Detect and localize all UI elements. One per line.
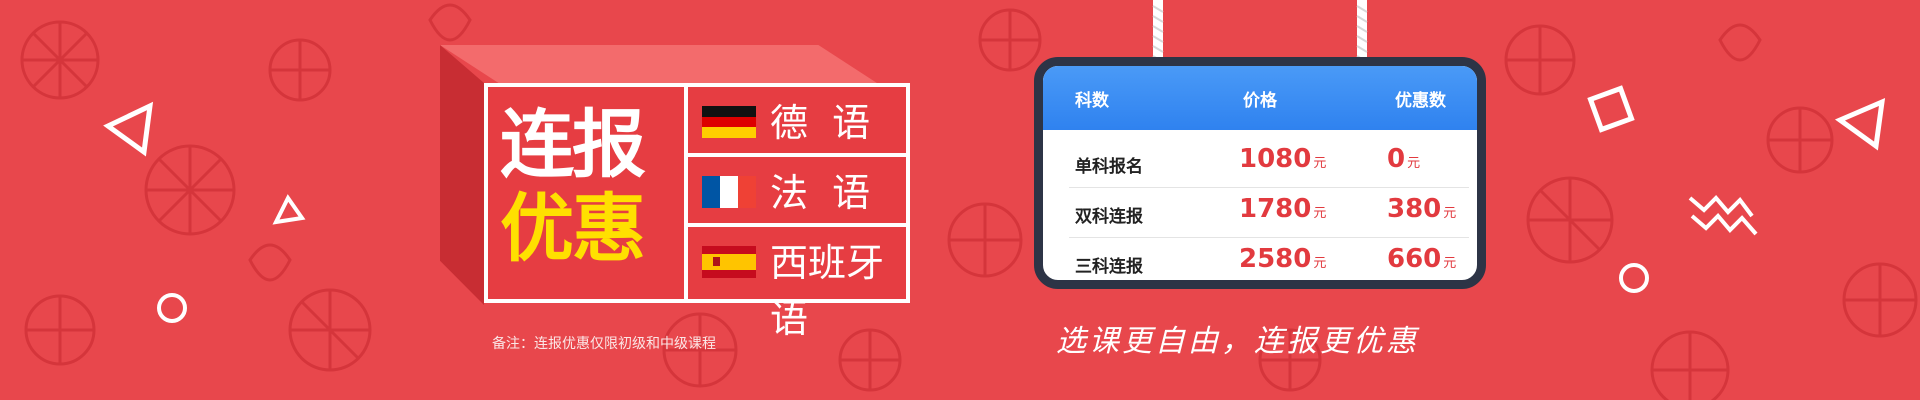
header-discount: 优惠数: [1395, 91, 1446, 111]
france-flag-icon: [702, 176, 756, 208]
row-discount: 660 元: [1387, 244, 1457, 274]
box-front-face: 连报 优惠 德 语 法 语 西班牙语: [484, 83, 910, 341]
circle-icon: [1619, 263, 1649, 293]
triangle-icon: [1834, 97, 1886, 151]
spain-flag-icon: [702, 246, 756, 278]
promo-title-line1: 连报: [500, 102, 646, 188]
row-discount: 0元: [1387, 144, 1421, 174]
table-row: 双科连报 1780 元 380 元: [1069, 188, 1469, 238]
triangle-icon: [103, 101, 154, 157]
row-price: 1780 元: [1239, 194, 1327, 224]
language-name: 法 语: [770, 171, 871, 215]
box-top-face: [440, 45, 880, 85]
language-item-spanish[interactable]: 西班牙语: [688, 227, 910, 341]
promo-banner[interactable]: 连报 优惠 德 语 法 语 西班牙语 备注：连报优惠仅限初级和中级课程 科数 价…: [0, 0, 1920, 400]
promo-title: 连报 优惠: [500, 103, 680, 271]
germany-flag-icon: [702, 106, 756, 138]
row-name: 双科连报: [1075, 207, 1143, 227]
triangle-icon: [272, 194, 306, 225]
price-table-header: 科数 价格 优惠数: [1043, 66, 1477, 130]
language-item-german[interactable]: 德 语: [688, 87, 910, 157]
row-price: 2580 元: [1239, 244, 1327, 274]
combo-offer-box: 连报 优惠 德 语 法 语 西班牙语: [440, 45, 930, 341]
header-price: 价格: [1243, 91, 1277, 111]
zigzag-icon: [1688, 195, 1758, 236]
row-name: 单科报名: [1075, 157, 1143, 177]
promo-title-line2: 优惠: [500, 186, 646, 272]
table-row: 单科报名 1080 元 0元: [1069, 138, 1469, 188]
language-item-french[interactable]: 法 语: [688, 157, 910, 227]
language-name: 德 语: [770, 101, 871, 145]
table-row: 三科连报 2580 元 660 元: [1069, 238, 1469, 280]
row-name: 三科连报: [1075, 257, 1143, 277]
language-name: 西班牙语: [770, 241, 885, 341]
price-table-card: 科数 价格 优惠数 单科报名 1080 元 0元 双科连报 1780 元 380 元 …: [1034, 57, 1486, 289]
box-side-face: [440, 45, 484, 305]
row-discount: 380 元: [1387, 194, 1457, 224]
header-subjects: 科数: [1075, 91, 1109, 111]
promo-note: 备注：连报优惠仅限初级和中级课程: [492, 336, 716, 352]
square-icon: [1587, 85, 1635, 133]
row-price: 1080 元: [1239, 144, 1327, 174]
circle-icon: [157, 293, 187, 323]
slogan-text: 选课更自由，连报更优惠: [1056, 324, 1419, 359]
